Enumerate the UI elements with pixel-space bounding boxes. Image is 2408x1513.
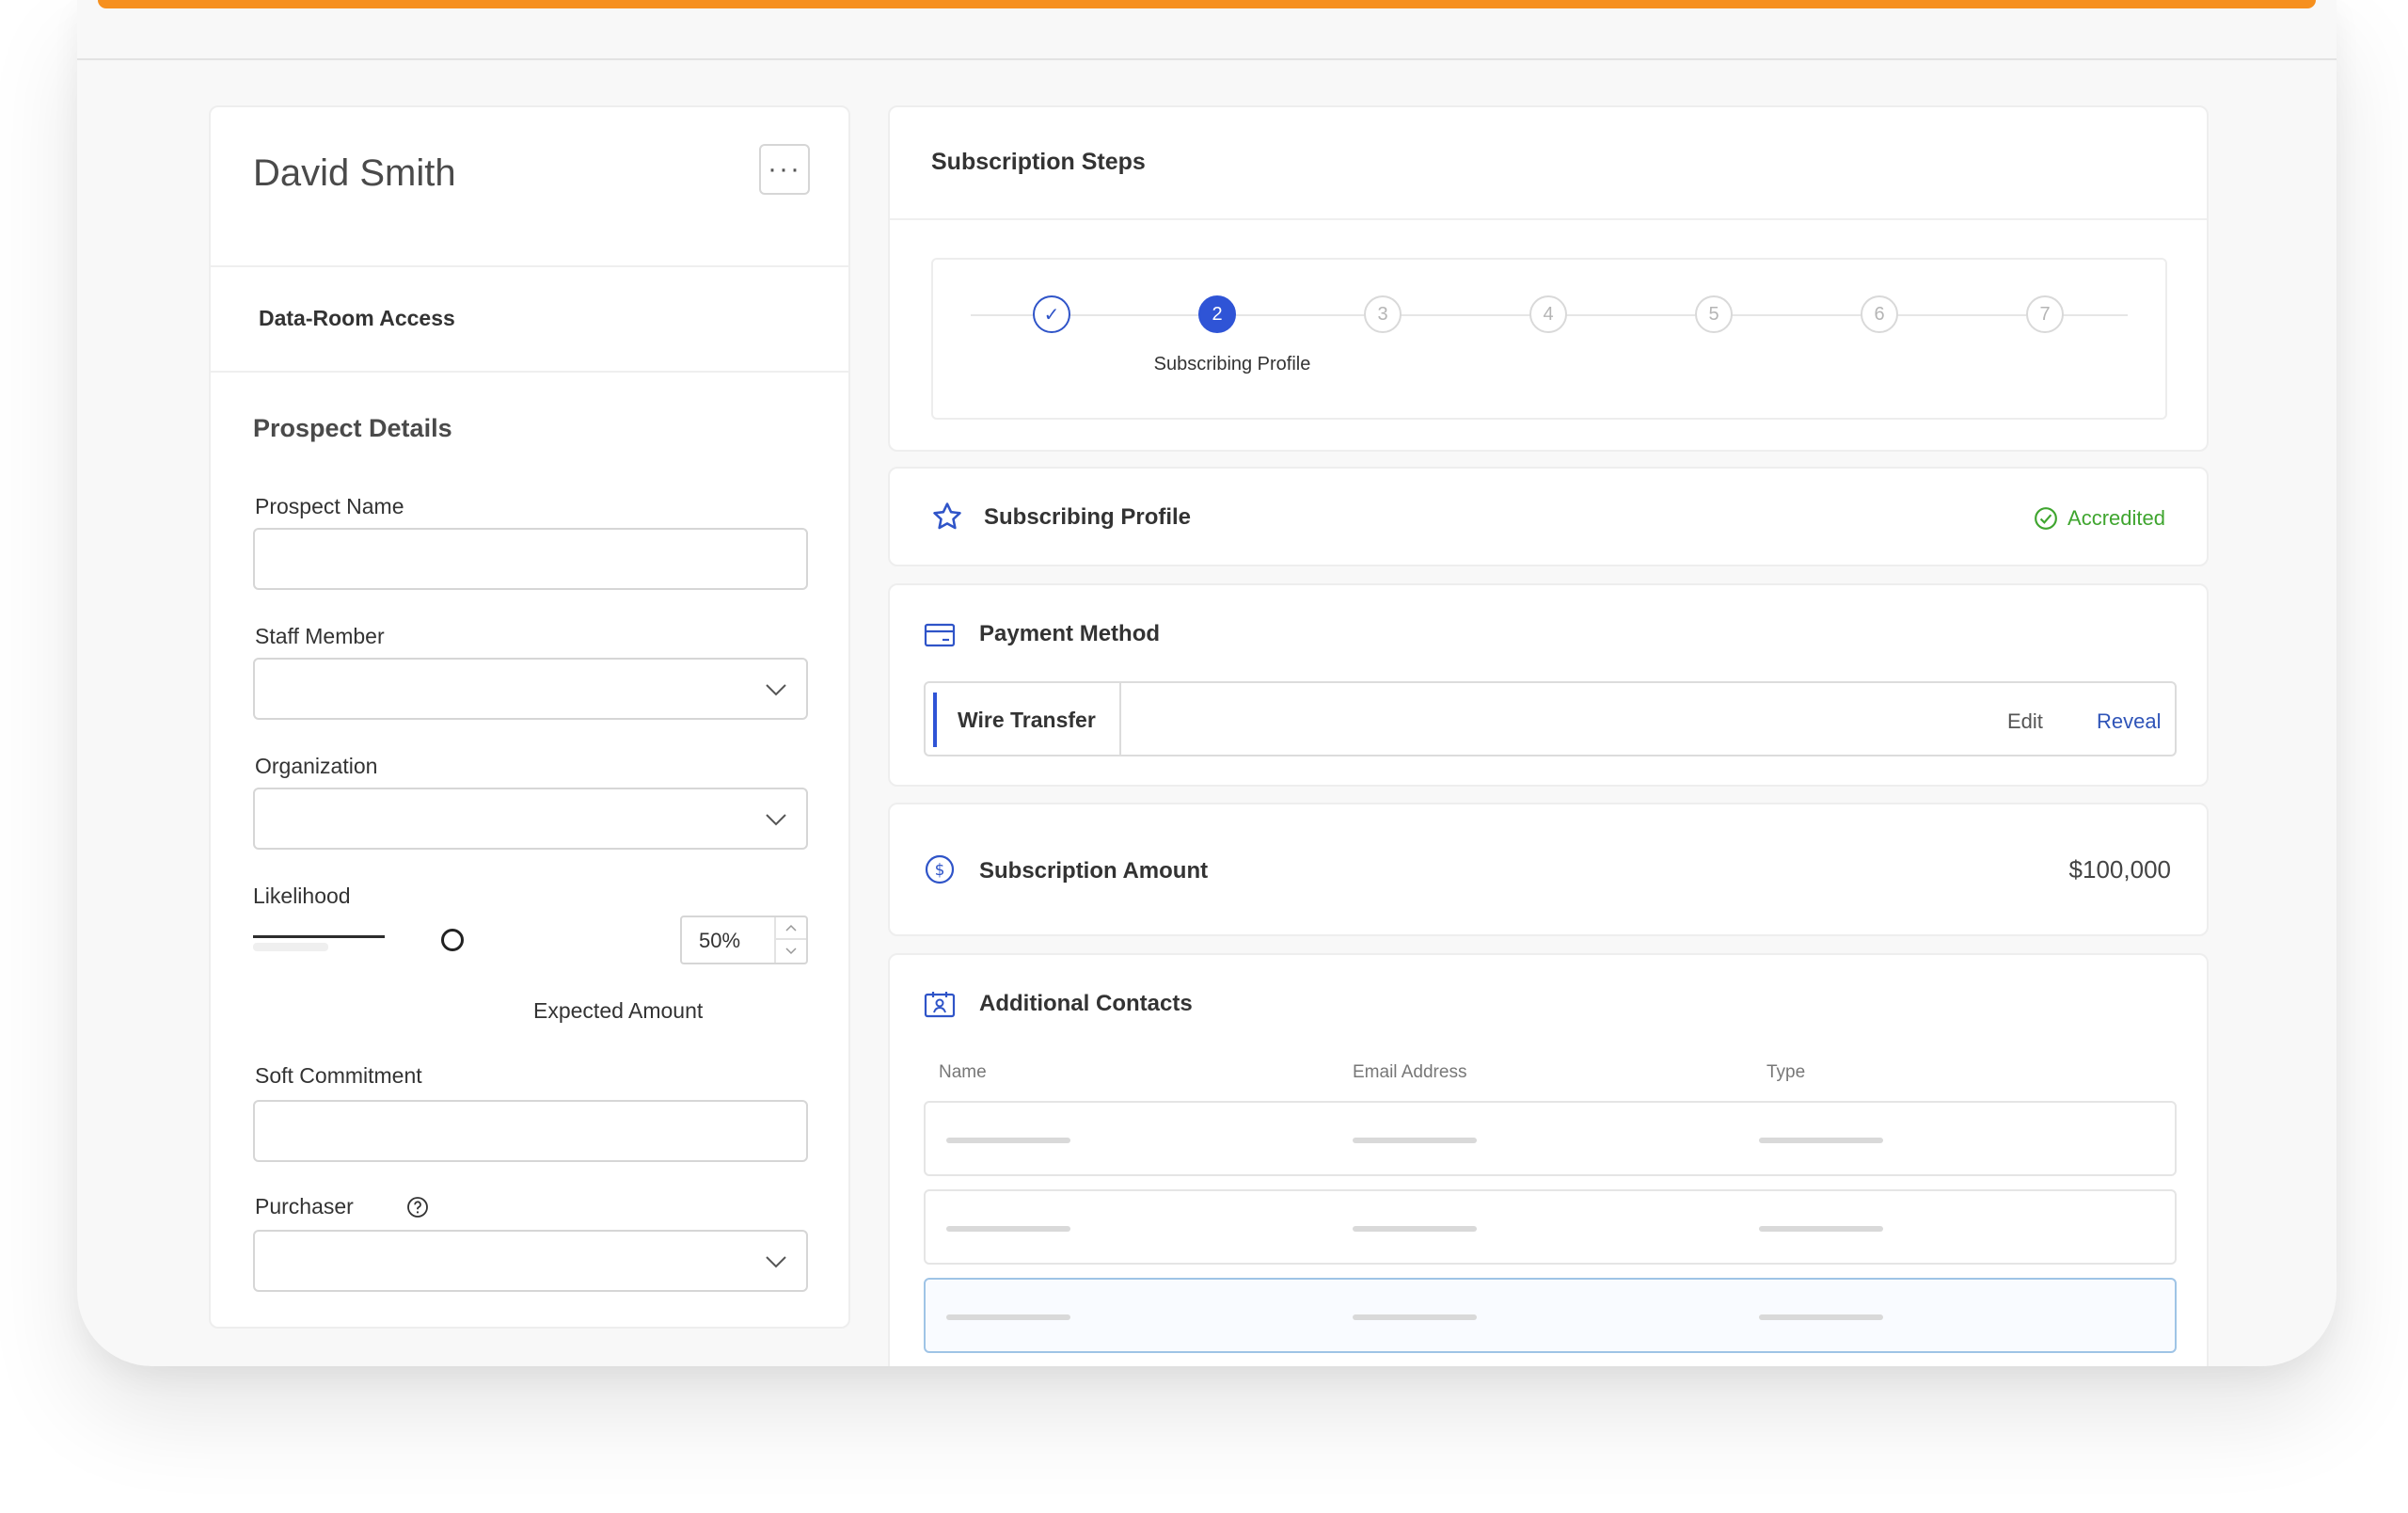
prospect-name-label: Prospect Name [255,494,404,518]
more-icon: ··· [768,153,801,184]
more-options-button[interactable]: ··· [759,144,810,195]
likelihood-value: 50% [699,929,741,952]
likelihood-stepper[interactable]: 50% [680,916,808,964]
placeholder-bar [1353,1314,1477,1320]
section-title: Prospect Details [253,414,452,442]
likelihood-slider-thumb[interactable] [441,929,464,951]
svg-text:$: $ [935,861,945,880]
placeholder-bar [1759,1138,1883,1143]
top-divider [77,58,2337,60]
chevron-down-icon [766,814,786,826]
step-3[interactable]: 3 [1364,295,1402,333]
active-step-label: Subscribing Profile [1153,354,1311,374]
credit-card-icon [924,623,956,647]
stepper-buttons [774,917,806,963]
purchaser-select[interactable] [253,1230,808,1292]
slider-track-bg [253,943,328,951]
soft-commitment-label: Soft Commitment [255,1063,422,1088]
likelihood-label: Likelihood [253,884,351,908]
subscription-steps-card: Subscription Steps ✓ 2 3 4 5 6 7 Subscri… [888,105,2209,452]
check-circle-icon [2035,507,2057,530]
table-row[interactable] [924,1101,2177,1176]
placeholder-bar [946,1138,1070,1143]
accent-bar [98,0,2316,8]
selected-indicator [933,693,937,747]
data-room-access-link[interactable]: Data-Room Access [259,306,455,331]
placeholder-bar [1759,1314,1883,1320]
divider [1119,683,1121,755]
accredited-label: Accredited [2067,506,2165,530]
staff-member-select[interactable] [253,658,808,720]
help-icon[interactable] [406,1196,429,1218]
app-window: David Smith ··· Data-Room Access Prospec… [77,0,2337,1366]
accredited-badge: Accredited [2034,506,2165,531]
placeholder-bar [946,1226,1070,1232]
additional-contacts-title: Additional Contacts [979,991,1193,1016]
reveal-button[interactable]: Reveal [2097,709,2161,734]
subscription-amount-value: $100,000 [2068,855,2171,884]
organization-select[interactable] [253,788,808,850]
prospect-panel: David Smith ··· Data-Room Access Prospec… [209,105,850,1329]
staff-member-label: Staff Member [255,624,385,648]
placeholder-bar [946,1314,1070,1320]
chevron-down-icon [766,684,786,696]
subscribing-profile-card[interactable]: Subscribing Profile Accredited [888,467,2209,566]
wire-transfer-row: Wire Transfer Edit Reveal [924,681,2177,756]
additional-contacts-card: Additional Contacts Name Email Address T… [888,953,2209,1366]
dollar-icon: $ [925,854,955,884]
subscription-amount-title: Subscription Amount [979,858,1209,884]
payment-method-card: Payment Method Wire Transfer Edit Reveal [888,583,2209,787]
chevron-down-icon [766,1256,786,1268]
placeholder-bar [1353,1226,1477,1232]
step-5[interactable]: 5 [1695,295,1733,333]
placeholder-bar [1353,1138,1477,1143]
step-4[interactable]: 4 [1529,295,1567,333]
subscription-amount-card: $ Subscription Amount $100,000 [888,803,2209,936]
divider [890,218,2207,220]
stepper: ✓ 2 3 4 5 6 7 Subscribing Profile [931,258,2167,420]
expected-amount-label: Expected Amount [533,998,704,1023]
likelihood-slider-track[interactable] [253,935,385,938]
prospect-name-input[interactable] [253,528,808,590]
purchaser-label-text: Purchaser [255,1194,354,1218]
stepper-down-button[interactable] [776,940,806,963]
column-header-type: Type [1766,1062,1806,1082]
subscribing-profile-title: Subscribing Profile [984,504,1192,530]
organization-label: Organization [255,754,378,778]
payment-method-value: Wire Transfer [958,708,1096,732]
step-1[interactable]: ✓ [1033,295,1070,333]
edit-button[interactable]: Edit [2007,709,2043,734]
step-6[interactable]: 6 [1861,295,1898,333]
payment-method-title: Payment Method [979,621,1161,646]
star-icon [933,502,961,530]
stepper-up-button[interactable] [776,917,806,940]
table-row[interactable] [924,1189,2177,1265]
prospect-title: David Smith [253,152,456,194]
chevron-up-icon [785,924,797,932]
contact-card-icon [924,992,956,1018]
divider [211,371,848,373]
divider [211,265,848,267]
column-header-name: Name [939,1062,987,1082]
steps-title: Subscription Steps [931,149,1146,175]
chevron-down-icon [785,948,797,955]
step-7[interactable]: 7 [2026,295,2064,333]
placeholder-bar [1759,1226,1883,1232]
soft-commitment-input[interactable] [253,1100,808,1162]
step-2[interactable]: 2 [1198,295,1236,333]
table-row[interactable] [924,1278,2177,1353]
purchaser-label: Purchaser [255,1194,428,1219]
column-header-email: Email Address [1353,1062,1467,1082]
